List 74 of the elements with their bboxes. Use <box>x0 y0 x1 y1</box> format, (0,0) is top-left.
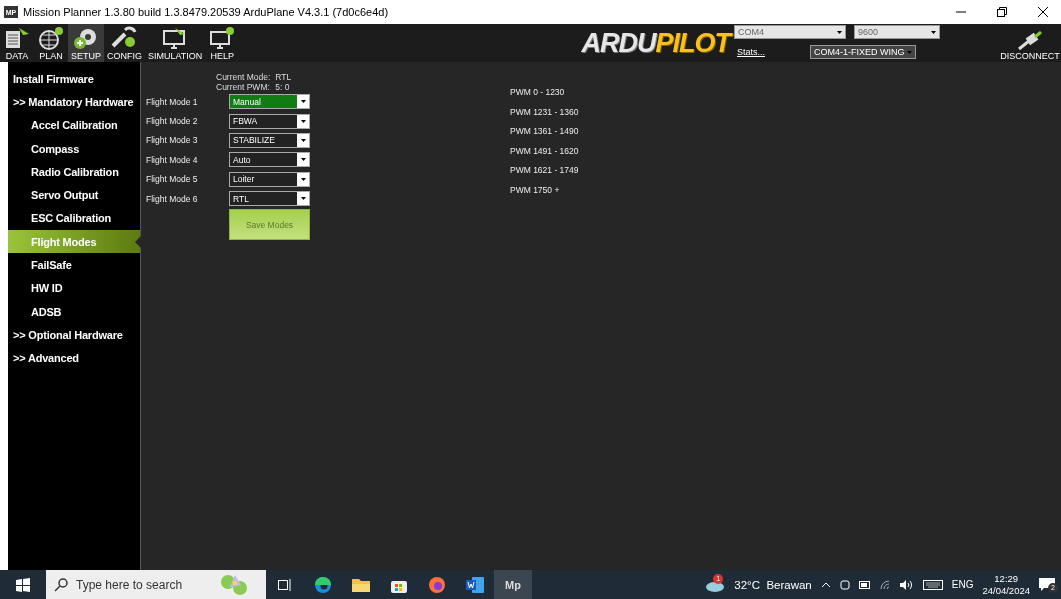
monitor-help-icon <box>208 26 237 50</box>
search-icon <box>54 577 68 592</box>
restore-icon <box>997 7 1007 17</box>
dropdown-arrow-icon <box>300 158 306 162</box>
flight-mode-dropdown[interactable]: RTL <box>229 191 310 207</box>
globe-icon <box>37 26 65 50</box>
disconnect-button[interactable]: DISCONNECT <box>999 24 1061 62</box>
weather-text[interactable]: 32°C Berawan <box>734 578 812 591</box>
flight-mode-label: Flight Mode 2 <box>146 116 199 127</box>
search-field[interactable]: Type here to search <box>46 570 266 599</box>
port-dropdown[interactable]: COM4 <box>734 25 846 39</box>
sidebar-item[interactable]: ADSB <box>8 299 140 324</box>
dropdown-arrow-icon <box>300 177 306 181</box>
flight-mode-dropdown[interactable]: Manual <box>229 94 310 110</box>
window-title: Mission Planner 1.3.80 build 1.3.8479.20539 ArduPlane V4.3.1 (7d0c6e4d) <box>23 6 390 18</box>
baud-dropdown[interactable]: 9600 <box>854 25 940 39</box>
speaker-icon[interactable] <box>899 579 914 590</box>
plug-icon <box>1017 31 1043 51</box>
toolbar-button[interactable]: PLAN <box>34 24 68 62</box>
chevron-up-icon[interactable] <box>820 581 831 588</box>
pwm-range-label: PWM 1231 - 1360 <box>510 106 579 119</box>
sidebar-item[interactable]: HW ID <box>8 276 140 300</box>
language-indicator[interactable]: ENG <box>951 579 974 590</box>
dropdown-arrow-icon <box>300 138 306 142</box>
sidebar-item[interactable]: Servo Output <box>8 183 140 207</box>
pwm-range-label: PWM 1361 - 1490 <box>510 126 579 138</box>
current-pwm-label: Current PWM: <box>216 82 271 92</box>
stats-link[interactable]: Stats... <box>737 47 802 57</box>
current-pwm-value: 5: 0 <box>275 82 291 92</box>
sidebar-item[interactable]: >> Advanced <box>8 346 140 370</box>
sidebar-item[interactable]: >> Optional Hardware <box>8 323 140 347</box>
flight-mode-label: Flight Mode 6 <box>146 193 199 204</box>
taskbar-app-button[interactable]: Mp <box>494 570 532 599</box>
sidebar-item[interactable]: Accel Calibration <box>8 113 140 137</box>
close-icon <box>1038 7 1048 17</box>
sidebar-item[interactable]: FailSafe <box>8 253 140 277</box>
flight-mode-dropdown[interactable]: Loiter <box>229 171 310 187</box>
sidebar-item[interactable]: Radio Calibration <box>8 160 140 184</box>
dropdown-arrow-icon <box>300 119 306 123</box>
flight-mode-label: Flight Mode 5 <box>146 174 199 185</box>
vehicle-dropdown[interactable]: COM4-1-FIXED WING <box>810 45 916 59</box>
windows-logo-icon <box>16 577 30 592</box>
clock[interactable]: 12:29 24/04/2024 <box>982 572 1030 597</box>
document-plane-icon <box>3 26 31 50</box>
pwm-range-label: PWM 1750 + <box>510 184 561 197</box>
pwm-range-label: PWM 1491 - 1620 <box>510 145 579 158</box>
battery-icon[interactable] <box>858 580 871 589</box>
dropdown-arrow-icon <box>931 30 936 34</box>
pwm-range-label: PWM 0 - 1230 <box>510 87 566 99</box>
dropdown-arrow-icon <box>837 30 842 34</box>
dropdown-arrow-icon <box>300 197 306 201</box>
toolbar-button[interactable]: CONFIG <box>104 24 145 62</box>
toolbar-button[interactable]: SETUP <box>68 24 104 62</box>
current-mode-label: Current Mode: <box>216 72 271 82</box>
sidebar-item[interactable]: >> Mandatory Hardware <box>8 90 140 114</box>
wrench-icon <box>110 26 139 50</box>
keyboard-icon[interactable] <box>922 579 943 590</box>
wifi-icon[interactable] <box>879 579 891 590</box>
sidebar-item[interactable]: Compass <box>8 136 140 161</box>
sidebar-item[interactable]: ESC Calibration <box>8 206 140 231</box>
dropdown-arrow-icon <box>300 100 306 104</box>
flight-mode-dropdown[interactable]: STABILIZE <box>229 132 310 148</box>
dropdown-arrow-icon <box>907 50 912 54</box>
flight-mode-label: Flight Mode 1 <box>146 96 199 107</box>
flight-mode-dropdown[interactable]: FBWA <box>229 113 310 129</box>
flight-mode-dropdown[interactable]: Auto <box>229 152 310 168</box>
pwm-range-label: PWM 1621 - 1749 <box>510 165 579 177</box>
current-mode-value: RTL <box>275 72 292 82</box>
toolbar-button[interactable]: HELP <box>205 24 240 62</box>
sidebar-item[interactable]: Install Firmware <box>8 67 140 91</box>
flight-mode-label: Flight Mode 3 <box>146 135 199 146</box>
flight-mode-label: Flight Mode 4 <box>146 154 199 165</box>
toolbar-button[interactable]: SIMULATION <box>145 24 206 62</box>
toolbar-button[interactable]: DATA <box>0 24 34 62</box>
